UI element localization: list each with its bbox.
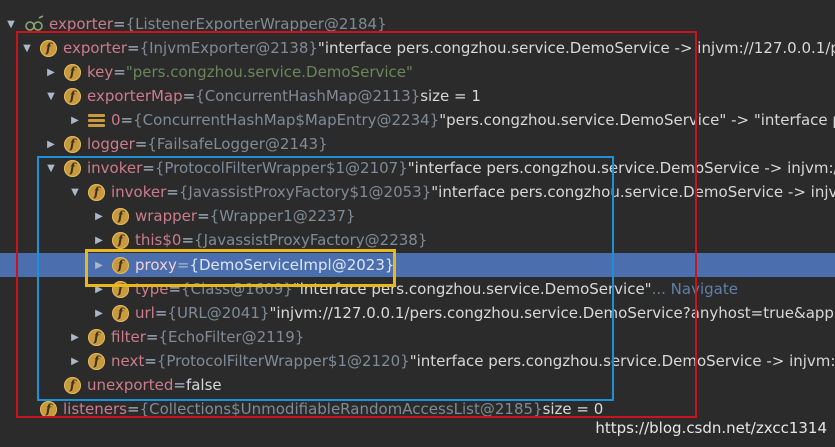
variable-size: size = 0 — [542, 400, 604, 418]
variable-type: {Class@1609} — [181, 280, 293, 298]
expand-arrow-icon[interactable] — [92, 277, 106, 301]
tree-row-exporter-root[interactable]: exporter = {ListenerExporterWrapper@2184… — [0, 12, 835, 36]
expand-arrow-icon[interactable] — [92, 253, 106, 277]
tree-row-wrapper[interactable]: f wrapper = {Wrapper1@2237} — [0, 204, 835, 228]
tree-row-listeners[interactable]: f listeners = {Collections$UnmodifiableR… — [0, 397, 835, 421]
variable-string-value: "pers.congzhou.service.DemoService" — [125, 63, 413, 81]
variable-name: exporter — [49, 15, 113, 33]
variable-name: invoker — [87, 159, 143, 177]
variable-name: wrapper — [135, 207, 198, 225]
variable-type: {FailsafeLogger@2143} — [147, 135, 328, 153]
variable-name: url — [135, 304, 155, 322]
variable-size: size = 1 — [420, 87, 481, 105]
variable-name: listeners — [63, 400, 127, 418]
variable-type: {ProtocolFilterWrapper$1@2120} — [156, 352, 410, 370]
variable-name: type — [135, 280, 169, 298]
variable-type: {JavassistProxyFactory$1@2053} — [178, 183, 432, 201]
field-icon: f — [112, 304, 129, 322]
tree-row-type[interactable]: f type = {Class@1609} "interface pers.co… — [0, 277, 835, 301]
variable-value: "interface pers.congzhou.service.DemoSer… — [292, 280, 652, 298]
variable-type: {ConcurrentHashMap@2113} — [195, 87, 421, 105]
field-icon: f — [64, 159, 81, 177]
tree-row-unexported[interactable]: f unexported = false — [0, 373, 835, 397]
field-icon: f — [112, 280, 129, 298]
tree-row-logger[interactable]: f logger = {FailsafeLogger@2143} — [0, 132, 835, 156]
field-icon: f — [64, 135, 81, 153]
expand-arrow-icon[interactable] — [44, 84, 58, 108]
variable-type: {EchoFilter@2119} — [158, 328, 305, 346]
tree-row-map-entry[interactable]: 0 = {ConcurrentHashMap$MapEntry@2234} "p… — [0, 108, 835, 132]
field-icon: f — [112, 231, 129, 249]
expand-arrow-icon[interactable] — [92, 228, 106, 252]
list-entry-icon — [88, 112, 105, 129]
variable-type: {DemoServiceImpl@2023} — [189, 256, 395, 274]
field-icon: f — [40, 39, 57, 57]
tree-row-filter[interactable]: f filter = {EchoFilter@2119} — [0, 325, 835, 349]
tree-row-next[interactable]: f next = {ProtocolFilterWrapper$1@2120} … — [0, 349, 835, 373]
expand-arrow-icon[interactable] — [68, 180, 82, 204]
tree-row-invoker[interactable]: f invoker = {ProtocolFilterWrapper$1@210… — [0, 156, 835, 180]
variable-name: invoker — [111, 183, 167, 201]
field-icon: f — [40, 400, 57, 418]
tree-row-key[interactable]: f key = "pers.congzhou.service.DemoServi… — [0, 60, 835, 84]
tree-row-this0[interactable]: f this$0 = {JavassistProxyFactory@2238} — [0, 228, 835, 252]
tree-row-url[interactable]: f url = {URL@2041} "injvm://127.0.0.1/pe… — [0, 301, 835, 325]
field-icon: f — [112, 256, 129, 274]
expand-arrow-icon[interactable] — [68, 108, 82, 132]
variable-name: next — [111, 352, 145, 370]
variable-name: exporter — [63, 39, 127, 57]
debugger-variables-tree: exporter = {ListenerExporterWrapper@2184… — [0, 0, 835, 447]
variable-value: "interface pers.congzhou.service.DemoSer… — [407, 159, 835, 177]
field-icon: f — [88, 183, 105, 201]
variable-value: "interface pers.congzhou.service.DemoSer… — [317, 39, 835, 57]
navigate-link[interactable]: ... Navigate — [652, 280, 738, 298]
field-icon: f — [88, 352, 105, 370]
field-icon: f — [88, 328, 105, 346]
field-icon: f — [64, 87, 81, 105]
variable-name: filter — [111, 328, 146, 346]
tree-row-exportermap[interactable]: f exporterMap = {ConcurrentHashMap@2113}… — [0, 84, 835, 108]
variable-type: {Collections$UnmodifiableRandomAccessLis… — [139, 400, 543, 418]
expand-arrow-icon[interactable] — [20, 36, 34, 60]
variable-name: exporterMap — [87, 87, 183, 105]
field-icon: f — [112, 207, 129, 225]
variable-name: proxy — [135, 256, 177, 274]
expand-arrow-icon[interactable] — [68, 325, 82, 349]
expand-arrow-icon[interactable] — [4, 12, 18, 36]
variable-name: unexported — [87, 376, 174, 394]
variable-value: "interface pers.congzhou.service.DemoSer… — [431, 183, 835, 201]
variable-type: {ProtocolFilterWrapper$1@2107} — [154, 159, 408, 177]
variable-value: "interface pers.congzhou.service.DemoSer… — [409, 352, 835, 370]
expand-arrow-icon[interactable] — [44, 60, 58, 84]
expand-arrow-icon[interactable] — [44, 156, 58, 180]
variable-type: {ConcurrentHashMap$MapEntry@2234} — [133, 111, 440, 129]
variable-value: false — [185, 376, 222, 394]
variable-name: 0 — [111, 111, 121, 129]
expand-arrow-icon[interactable] — [44, 132, 58, 156]
variable-name: key — [87, 63, 114, 81]
tree-row-invoker-inner[interactable]: f invoker = {JavassistProxyFactory$1@205… — [0, 180, 835, 204]
variable-type: {InjvmExporter@2138} — [139, 39, 318, 57]
expand-arrow-icon[interactable] — [92, 301, 106, 325]
variable-type: {Wrapper1@2237} — [209, 207, 356, 225]
variable-value: "injvm://127.0.0.1/pers.congzhou.service… — [269, 304, 835, 322]
variable-type: {ListenerExporterWrapper@2184} — [125, 15, 387, 33]
field-icon: f — [64, 376, 81, 394]
expand-arrow-icon[interactable] — [92, 204, 106, 228]
variable-name: this$0 — [135, 231, 182, 249]
watch-glasses-icon — [25, 15, 44, 31]
expand-arrow-icon[interactable] — [68, 349, 82, 373]
variable-value: "pers.congzhou.service.DemoService" -> "… — [439, 111, 835, 129]
field-icon: f — [64, 63, 81, 81]
watermark: https://blog.csdn.net/zxcc1314 — [595, 419, 827, 437]
tree-row-exporter[interactable]: f exporter = {InjvmExporter@2138} "inter… — [0, 36, 835, 60]
variable-type: {URL@2041} — [167, 304, 270, 322]
variable-name: logger — [87, 135, 135, 153]
tree-row-proxy[interactable]: f proxy = {DemoServiceImpl@2023} — [0, 253, 835, 277]
variable-type: {JavassistProxyFactory@2238} — [194, 231, 428, 249]
